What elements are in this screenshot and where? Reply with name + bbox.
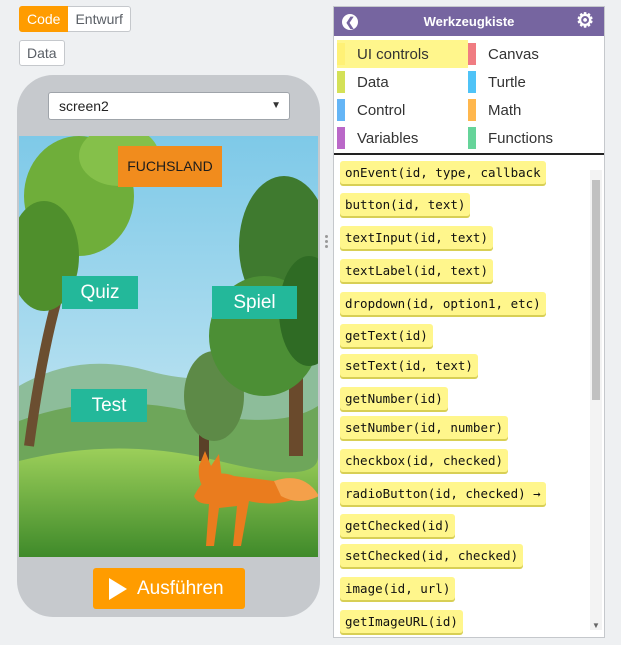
code-block[interactable]: radioButton(id, checked) →: [340, 482, 546, 505]
app-preview-phone: screen2 ▼ FUCHSLAND Quiz Spiel Test Ausf…: [17, 75, 320, 617]
category-math[interactable]: Math: [468, 96, 599, 124]
category-color-swatch: [337, 43, 345, 65]
category-list: UI controls Canvas Data Turtle Control Math Va…: [334, 36, 604, 152]
divider: [334, 153, 604, 155]
scrollbar-thumb[interactable]: [592, 180, 600, 400]
palette-scrollbar[interactable]: ▼: [590, 170, 602, 630]
category-canvas[interactable]: Canvas: [468, 40, 599, 68]
design-mode-button[interactable]: Entwurf: [68, 6, 131, 32]
code-block[interactable]: getImageURL(id): [340, 610, 463, 633]
run-button[interactable]: Ausführen: [93, 568, 245, 609]
collapse-icon[interactable]: ❮: [342, 14, 358, 30]
gear-icon[interactable]: ⚙: [576, 10, 594, 32]
screen-dropdown-value: screen2: [59, 98, 109, 114]
category-label: Math: [488, 101, 522, 119]
app-screen: FUCHSLAND Quiz Spiel Test: [19, 136, 318, 557]
category-variables[interactable]: Variables: [337, 124, 468, 152]
category-color-swatch: [468, 99, 476, 121]
category-label: Variables: [357, 129, 419, 147]
category-color-swatch: [468, 71, 476, 93]
toolbox-header: ❮ Werkzeugkiste ⚙: [334, 7, 604, 36]
code-mode-button[interactable]: Code: [19, 6, 69, 32]
category-color-swatch: [468, 127, 476, 149]
category-color-swatch: [337, 99, 345, 121]
toolbox-title: Werkzeugkiste: [423, 14, 515, 29]
code-block[interactable]: setChecked(id, checked): [340, 544, 524, 567]
category-data[interactable]: Data: [337, 68, 468, 96]
category-label: Turtle: [488, 73, 526, 91]
category-ui-controls[interactable]: UI controls: [337, 40, 468, 68]
play-icon: [109, 578, 127, 600]
screen-dropdown[interactable]: screen2 ▼: [48, 92, 290, 120]
quiz-button[interactable]: Quiz: [62, 276, 138, 309]
data-button[interactable]: Data: [19, 40, 65, 66]
code-block[interactable]: onEvent(id, type, callback: [340, 161, 546, 184]
resize-handle[interactable]: [323, 234, 329, 254]
category-label: Functions: [488, 129, 554, 147]
code-block[interactable]: button(id, text): [340, 193, 471, 216]
app-title-label: FUCHSLAND: [118, 146, 222, 187]
test-button[interactable]: Test: [71, 389, 147, 422]
category-color-swatch: [337, 71, 345, 93]
code-block[interactable]: setText(id, text): [340, 354, 478, 377]
code-block[interactable]: textLabel(id, text): [340, 259, 493, 282]
spiel-button[interactable]: Spiel: [212, 286, 297, 319]
toolbox-panel: ❮ Werkzeugkiste ⚙ UI controls Canvas Data T…: [333, 6, 605, 638]
code-block[interactable]: checkbox(id, checked): [340, 449, 509, 472]
forest-background-image: [19, 136, 318, 557]
scroll-down-icon[interactable]: ▼: [592, 621, 600, 630]
category-label: Control: [357, 101, 406, 119]
category-label: Data: [357, 73, 389, 91]
code-block[interactable]: getText(id): [340, 324, 433, 347]
chevron-down-icon: ▼: [271, 100, 281, 111]
code-block[interactable]: getNumber(id): [340, 387, 448, 410]
mode-toggle: Code Entwurf: [19, 6, 131, 32]
category-functions[interactable]: Functions: [468, 124, 599, 152]
code-block[interactable]: getChecked(id): [340, 514, 456, 537]
category-label: Canvas: [488, 45, 539, 63]
category-control[interactable]: Control: [337, 96, 468, 124]
code-block[interactable]: image(id, url): [340, 577, 456, 600]
code-block[interactable]: setNumber(id, number): [340, 416, 509, 439]
code-block[interactable]: textInput(id, text): [340, 226, 493, 249]
code-block[interactable]: dropdown(id, option1, etc): [340, 292, 546, 315]
category-color-swatch: [337, 127, 345, 149]
category-turtle[interactable]: Turtle: [468, 68, 599, 96]
category-label: UI controls: [357, 45, 429, 63]
category-color-swatch: [468, 43, 476, 65]
run-button-label: Ausführen: [137, 578, 224, 599]
